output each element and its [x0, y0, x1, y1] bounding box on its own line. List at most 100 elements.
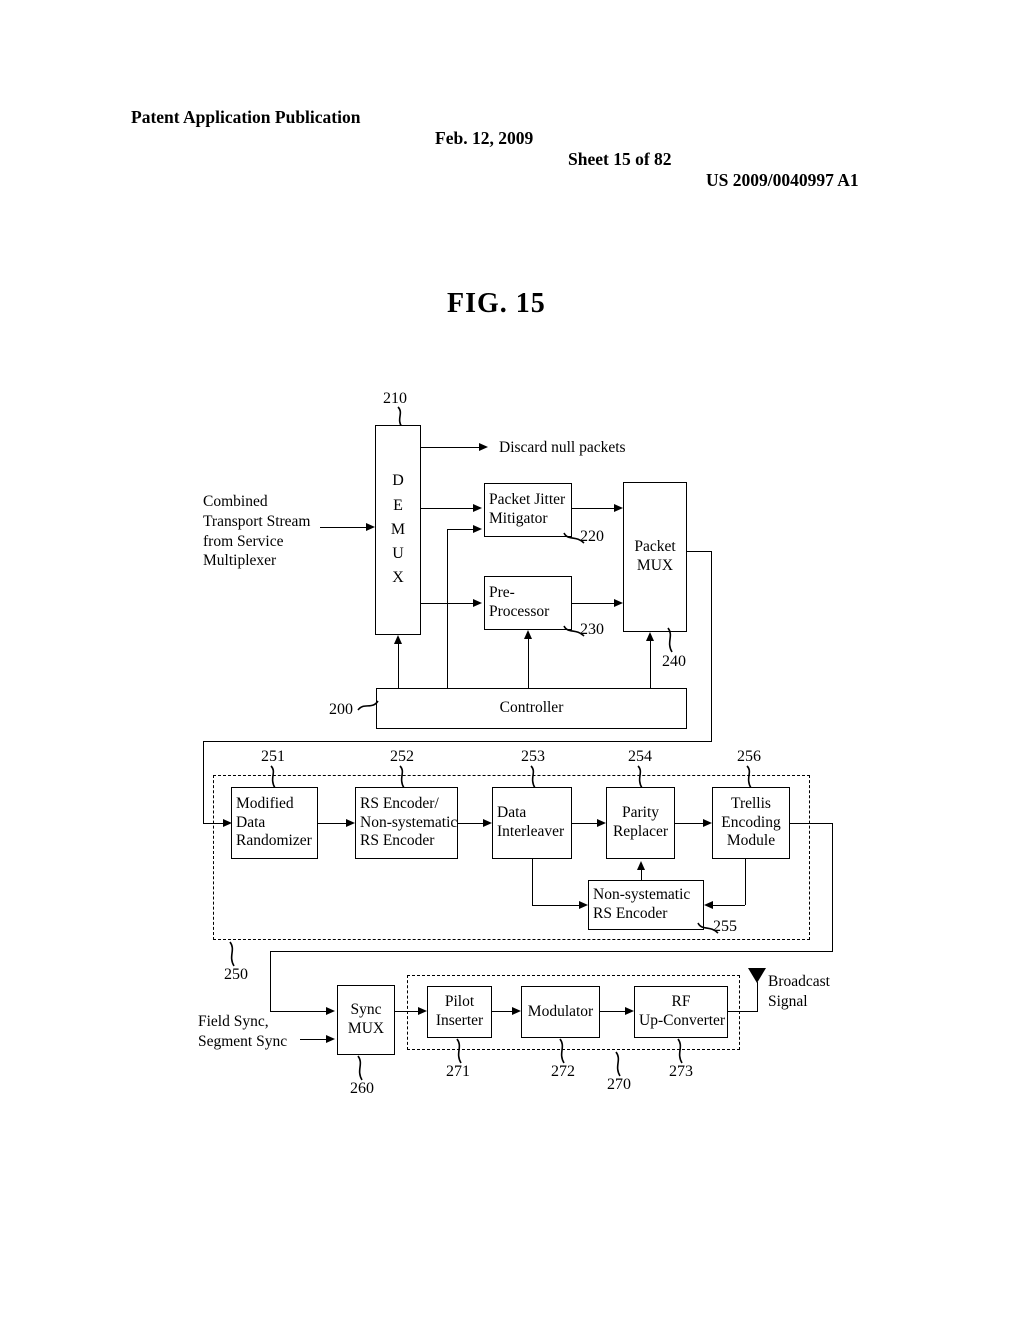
data-interleaver-block: Data Interleaver — [492, 787, 572, 859]
arrow-trellis-to-nsrs — [704, 900, 713, 909]
demux-letter-d: D — [392, 472, 404, 490]
antenna-mast — [757, 982, 758, 1011]
ref-256: 256 — [737, 748, 761, 765]
lead-line-273 — [676, 1038, 696, 1065]
ref-271: 271 — [446, 1063, 470, 1080]
wire-rsencoder-to-interleaver — [458, 823, 483, 824]
wire-interleaver-to-nsrs-horizontal — [532, 905, 579, 906]
parity-replacer-block: Parity Replacer — [606, 787, 675, 859]
packet-mux-line2: MUX — [636, 557, 674, 574]
packet-mux-line1: Packet — [634, 538, 676, 556]
input-stream-line1: Combined — [203, 493, 268, 510]
field-sync-line1: Field Sync, — [198, 1013, 269, 1030]
sync-mux-block: Sync MUX — [337, 985, 395, 1055]
ref-252: 252 — [390, 748, 414, 765]
modified-data-randomizer-line1: Modified — [236, 794, 294, 812]
wire-controller-to-demux — [398, 643, 399, 688]
pilot-inserter-line1: Pilot — [444, 993, 475, 1011]
input-stream-line3: from Service — [203, 532, 284, 550]
pre-processor-line2: Processor — [489, 603, 550, 620]
rf-up-converter-line1: RF — [671, 993, 691, 1011]
demux-block: D E M U X — [375, 425, 421, 635]
wire-trellis-out-h2 — [270, 951, 833, 952]
ref-260: 260 — [350, 1080, 374, 1097]
ref-250: 250 — [224, 966, 248, 983]
non-systematic-rs-encoder-block: Non-systematic RS Encoder — [588, 880, 704, 930]
wire-trellis-out-v — [832, 823, 833, 951]
wire-fieldsync-to-syncmux — [300, 1039, 326, 1040]
arrow-jitter-to-packetmux — [614, 503, 623, 512]
data-interleaver-line1: Data — [497, 804, 527, 822]
rs-encoder-block: RS Encoder/ Non-systematic RS Encoder — [355, 787, 458, 859]
wire-demux-to-jitter — [421, 508, 473, 509]
wire-preprocessor-to-packetmux — [572, 603, 614, 604]
lead-line-271 — [455, 1038, 475, 1065]
arrow-demux-to-preprocessor — [473, 598, 482, 607]
header-patent-number: US 2009/0040997 A1 — [706, 170, 859, 190]
wire-interleaver-to-nsrs-vertical — [532, 859, 533, 905]
rf-up-converter-line2: Up-Converter — [639, 1012, 726, 1029]
arrow-controller-to-packetmux — [645, 632, 654, 641]
wire-trellis-to-nsrs-vertical — [745, 859, 746, 905]
wire-demux-to-discard — [421, 447, 479, 448]
wire-pilot-to-modulator — [492, 1011, 512, 1012]
lead-line-270 — [614, 1051, 634, 1078]
arrow-discard — [479, 442, 488, 451]
non-systematic-rs-encoder-line1: Non-systematic — [593, 886, 691, 904]
header-publication: Patent Application Publication — [131, 107, 361, 127]
ref-230: 230 — [580, 621, 604, 638]
wire-rf-to-antenna — [728, 1011, 758, 1012]
broadcast-signal-line1: Broadcast — [768, 973, 830, 990]
wire-jitter-to-packetmux — [572, 508, 614, 509]
lead-line-260 — [356, 1055, 376, 1082]
lead-line-250 — [228, 941, 248, 968]
pilot-inserter-block: Pilot Inserter — [427, 986, 492, 1038]
arrow-trellis-to-syncmux — [326, 1006, 335, 1015]
wire-packetmux-out-h2 — [203, 741, 712, 742]
wire-controller-to-packetmux — [650, 640, 651, 688]
packet-jitter-mitigator-line2: Mitigator — [489, 510, 548, 527]
sync-mux-line2: MUX — [347, 1020, 385, 1037]
wire-packetmux-out-h1 — [687, 551, 711, 552]
input-stream-line4: Multiplexer — [203, 552, 277, 570]
ref-272: 272 — [551, 1063, 575, 1080]
input-stream-label: Combined Transport Stream from Service M… — [203, 492, 311, 571]
arrow-fieldsync-to-syncmux — [326, 1034, 335, 1043]
sync-mux-line1: Sync — [350, 1001, 382, 1019]
discard-null-packets-label: Discard null packets — [499, 439, 626, 456]
rs-encoder-line1: RS Encoder/ — [360, 794, 439, 812]
arrow-modulator-to-rfupconverter — [625, 1006, 634, 1015]
modified-data-randomizer-block: Modified Data Randomizer — [231, 787, 318, 859]
arrow-interleaver-to-nsrs — [579, 900, 588, 909]
wire-controller-to-jitter-vertical — [447, 529, 448, 688]
demux-letter-e: E — [393, 496, 403, 514]
lead-line-200 — [357, 700, 380, 716]
header-date: Feb. 12, 2009 — [435, 128, 534, 148]
wire-trellis-out-h1 — [790, 823, 832, 824]
trellis-encoding-module-block: Trellis Encoding Module — [712, 787, 790, 859]
arrow-interleaver-to-parityreplacer — [597, 818, 606, 827]
pre-processor-block: Pre- Processor — [484, 576, 572, 630]
parity-replacer-line1: Parity — [621, 804, 660, 822]
arrow-parityreplacer-to-trellis — [703, 818, 712, 827]
wire-packetmux-out-v — [711, 551, 712, 741]
header-sheet: Sheet 15 of 82 — [568, 149, 672, 169]
ref-255: 255 — [713, 918, 737, 935]
controller-block: Controller — [376, 688, 687, 729]
arrow-controller-to-jitter — [473, 524, 482, 533]
wire-controller-to-preprocessor — [528, 638, 529, 688]
rs-encoder-line2: Non-systematic — [360, 813, 458, 831]
arrow-randomizer-to-rsencoder — [346, 818, 355, 827]
ref-251: 251 — [261, 748, 285, 765]
ref-273: 273 — [669, 1063, 693, 1080]
demux-letter-u: U — [392, 545, 404, 563]
wire-controller-to-jitter-horizontal — [447, 529, 473, 530]
arrow-rsencoder-to-interleaver — [483, 818, 492, 827]
modified-data-randomizer-line3: Randomizer — [236, 832, 312, 850]
demux-letter-m: M — [390, 520, 406, 538]
wire-parityreplacer-to-trellis — [675, 823, 703, 824]
ref-254: 254 — [628, 748, 652, 765]
wire-trellis-to-nsrs-horizontal — [713, 905, 745, 906]
lead-line-240 — [666, 627, 686, 654]
pre-processor-line1: Pre- — [489, 584, 515, 602]
